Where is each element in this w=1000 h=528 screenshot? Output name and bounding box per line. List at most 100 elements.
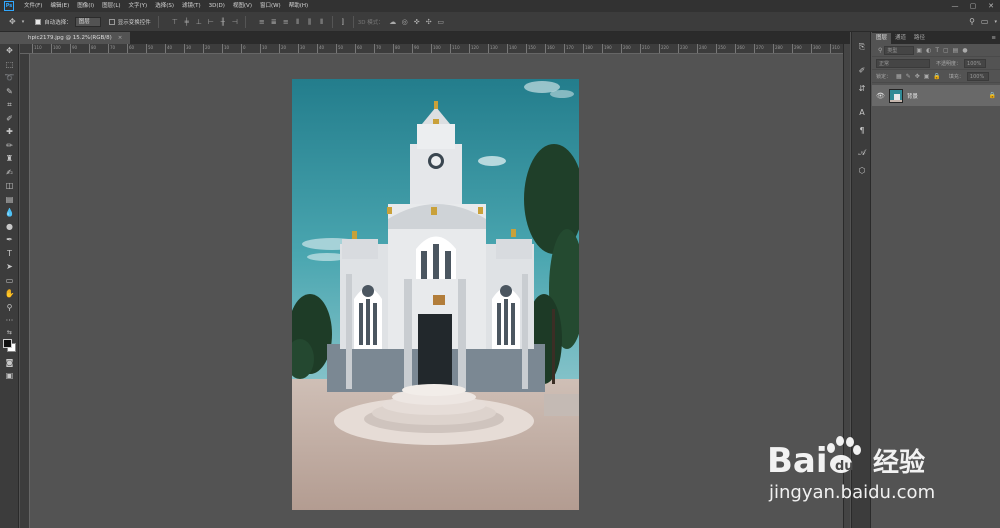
chevron-down-icon[interactable]: ▾ — [22, 19, 25, 25]
menu-select[interactable]: 选择(S) — [151, 0, 178, 12]
visibility-eye-icon[interactable]: 👁 — [876, 92, 885, 100]
swap-colors-icon[interactable]: ⇆ — [0, 328, 19, 338]
history-panel-icon[interactable]: ⎘ — [852, 38, 872, 56]
blend-mode-select[interactable]: 正常 — [876, 58, 930, 68]
foreground-color-swatch[interactable] — [3, 338, 12, 348]
menu-file[interactable]: 文件(F) — [20, 0, 46, 12]
align-right-icon[interactable]: ⊣ — [230, 17, 240, 27]
align-top-icon[interactable]: ⊤ — [170, 17, 180, 27]
document-image[interactable] — [292, 79, 579, 510]
lock-paint-icon[interactable]: ✎ — [906, 73, 911, 80]
marquee-icon[interactable]: ⬚ — [0, 58, 19, 72]
more-icon[interactable]: ··· — [0, 314, 19, 328]
distribute-left-icon[interactable]: ⫴ — [293, 17, 303, 27]
menu-help[interactable]: 帮助(H) — [285, 0, 312, 12]
opacity-input[interactable]: 100% — [964, 58, 987, 68]
menu-3d[interactable]: 3D(D) — [205, 0, 229, 12]
character-panel-icon[interactable]: A — [852, 104, 872, 122]
search-icon[interactable]: ⚲ — [969, 17, 975, 26]
3d-camera-icon[interactable]: ▭ — [436, 17, 446, 27]
ruler-tick — [659, 44, 660, 53]
lock-position-icon[interactable]: ✥ — [915, 73, 920, 80]
filter-toggle-icon[interactable]: ● — [962, 47, 967, 54]
brush-icon[interactable]: ✏ — [0, 139, 19, 153]
dodge-icon[interactable]: ● — [0, 220, 19, 234]
hand-icon[interactable]: ✋ — [0, 287, 19, 301]
glyphs-panel-icon[interactable]: 𝒜 — [852, 144, 872, 162]
filter-pixel-icon[interactable]: ▣ — [916, 47, 922, 54]
move-icon[interactable]: ✥ — [0, 44, 19, 58]
menu-edit[interactable]: 编辑(E) — [46, 0, 73, 12]
filter-shape-icon[interactable]: ▢ — [943, 47, 949, 54]
stamp-icon[interactable]: ♜ — [0, 152, 19, 166]
ruler-tick-label: 60 — [357, 45, 363, 50]
menu-image[interactable]: 图像(I) — [73, 0, 98, 12]
filter-smart-icon[interactable]: ▤ — [953, 47, 959, 54]
tab-layers[interactable]: 图层 — [872, 33, 892, 44]
brush-settings-icon[interactable]: ✐ — [852, 62, 872, 80]
tab-channels[interactable]: 通道 — [891, 33, 910, 44]
align-vcenter-icon[interactable]: ╪ — [182, 17, 192, 27]
3d-slide-icon[interactable]: ✣ — [424, 17, 434, 27]
menu-window[interactable]: 窗口(W) — [256, 0, 285, 12]
tab-paths[interactable]: 路径 — [910, 33, 929, 44]
lock-artboard-icon[interactable]: ▣ — [924, 73, 930, 80]
auto-align-icon[interactable]: ⫿ — [338, 17, 348, 27]
maximize-button[interactable]: ▢ — [964, 0, 982, 12]
3d-roll-icon[interactable]: ◎ — [400, 17, 410, 27]
3d-orbit-icon[interactable]: ☁ — [388, 17, 398, 27]
distribute-vcenter-icon[interactable]: ≣ — [269, 17, 279, 27]
blur-icon[interactable]: 💧 — [0, 206, 19, 220]
filter-type-icon[interactable]: T — [935, 47, 939, 54]
quick-select-icon[interactable]: ✎ — [0, 85, 19, 99]
move-tool-icon[interactable]: ✥ — [9, 17, 16, 26]
quick-mask-icon[interactable]: ◙ — [0, 356, 19, 370]
close-tab-icon[interactable]: × — [118, 35, 123, 41]
close-button[interactable]: ✕ — [982, 0, 1000, 12]
path-select-icon[interactable]: ➤ — [0, 260, 19, 274]
filter-adjustment-icon[interactable]: ◐ — [926, 47, 931, 54]
adjustments-icon[interactable]: ⇵ — [852, 80, 872, 98]
lock-transparency-icon[interactable]: ▦ — [896, 73, 902, 80]
distribute-bottom-icon[interactable]: ≡ — [281, 17, 291, 27]
eraser-icon[interactable]: ◫ — [0, 179, 19, 193]
history-brush-icon[interactable]: ✍ — [0, 166, 19, 180]
distribute-hcenter-icon[interactable]: ⫼ — [305, 17, 315, 27]
menu-filter[interactable]: 滤镜(T) — [178, 0, 205, 12]
lock-all-icon[interactable]: 🔒 — [933, 73, 940, 80]
3d-pan-icon[interactable]: ✜ — [412, 17, 422, 27]
eyedropper-icon[interactable]: ✐ — [0, 112, 19, 126]
3d-panel-icon[interactable]: ⬡ — [852, 162, 872, 180]
align-bottom-icon[interactable]: ⊥ — [194, 17, 204, 27]
menu-layer[interactable]: 图层(L) — [98, 0, 124, 12]
auto-select-dropdown[interactable]: 图层 — [74, 16, 101, 27]
lasso-icon[interactable]: ➰ — [0, 71, 19, 85]
crop-icon[interactable]: ⌗ — [0, 98, 19, 112]
layer-kind-filter[interactable]: 类型 — [884, 45, 915, 55]
menu-type[interactable]: 文字(Y) — [125, 0, 152, 12]
align-hcenter-icon[interactable]: ╫ — [218, 17, 228, 27]
pen-icon[interactable]: ✒ — [0, 233, 19, 247]
shape-icon[interactable]: ▭ — [0, 274, 19, 288]
zoom-icon[interactable]: ⚲ — [0, 301, 19, 315]
show-transform-checkbox[interactable] — [108, 18, 115, 25]
fill-input[interactable]: 100% — [966, 71, 989, 81]
gradient-icon[interactable]: ▤ — [0, 193, 19, 207]
healing-icon[interactable]: ✚ — [0, 125, 19, 139]
distribute-top-icon[interactable]: ≡ — [257, 17, 267, 27]
panel-menu-icon[interactable]: ≡ — [987, 33, 1000, 44]
menu-view[interactable]: 视图(V) — [229, 0, 256, 12]
layer-item-background[interactable]: 👁 背景 🔒 — [872, 85, 1000, 106]
color-swatches[interactable] — [0, 338, 19, 356]
align-left-icon[interactable]: ⊢ — [206, 17, 216, 27]
paragraph-panel-icon[interactable]: ¶ — [852, 122, 872, 140]
auto-select-checkbox[interactable] — [35, 18, 42, 25]
workspace-icon[interactable]: ▭ — [981, 17, 989, 26]
screen-mode-icon[interactable]: ▣ — [0, 369, 19, 383]
type-icon[interactable]: T — [0, 247, 19, 261]
chevron-down-icon[interactable]: ▾ — [994, 19, 997, 25]
distribute-right-icon[interactable]: ⫴ — [317, 17, 327, 27]
document-tab[interactable]: hpic2179.jpg @ 15.2%(RGB/8) × — [20, 32, 131, 44]
ruler-tick — [298, 44, 299, 53]
minimize-button[interactable]: — — [946, 0, 964, 12]
